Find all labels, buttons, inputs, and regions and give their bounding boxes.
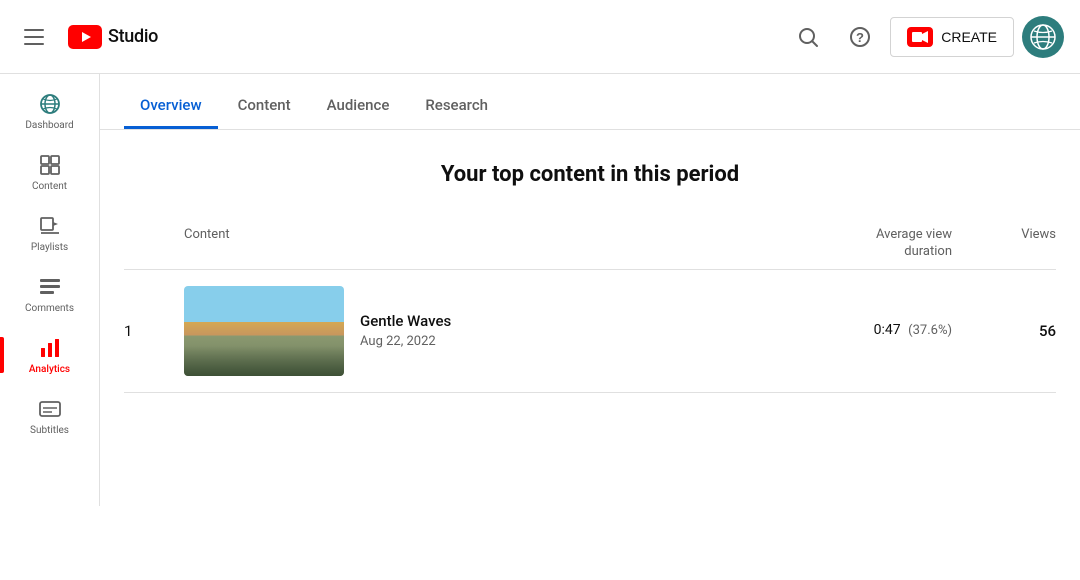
table-header: Content Average viewduration Views <box>124 219 1056 270</box>
globe-icon <box>36 90 64 118</box>
header-right: ? CREATE <box>786 15 1064 59</box>
sidebar-item-content[interactable]: Content <box>10 143 90 200</box>
content-icon <box>36 151 64 179</box>
section-title: Your top content in this period <box>124 162 1056 187</box>
svg-text:?: ? <box>856 30 864 45</box>
sidebar-item-dashboard[interactable]: Dashboard <box>10 82 90 139</box>
sidebar-item-playlists[interactable]: Playlists <box>10 204 90 261</box>
logo-link[interactable]: Studio <box>68 25 158 49</box>
tab-audience[interactable]: Audience <box>311 84 406 129</box>
analytics-content: Your top content in this period Content … <box>100 130 1080 417</box>
row-avg-view-cell: 0:47 (37.6%) <box>816 321 976 340</box>
sidebar-label-subtitles: Subtitles <box>30 425 69 436</box>
col-avg-view-header: Average viewduration <box>816 227 976 261</box>
col-views-header: Views <box>976 227 1056 261</box>
table-row: 1 Gentle Waves Aug 22, 2022 0:47 (37. <box>124 270 1056 393</box>
create-icon-box <box>907 27 933 47</box>
row-content-cell: Gentle Waves Aug 22, 2022 <box>184 286 816 376</box>
menu-button[interactable] <box>16 21 52 53</box>
search-button[interactable] <box>786 15 830 59</box>
video-thumbnail[interactable] <box>184 286 344 376</box>
tab-research[interactable]: Research <box>409 84 504 129</box>
top-header: Studio ? CREATE <box>0 0 1080 74</box>
col-rank-header <box>124 227 184 261</box>
thumbnail-overlay <box>184 346 344 376</box>
avg-view-duration: 0:47 <box>874 322 901 338</box>
camera-icon <box>912 31 928 43</box>
studio-label: Studio <box>108 26 158 47</box>
row-rank: 1 <box>124 321 184 340</box>
sidebar-item-comments[interactable]: Comments <box>10 265 90 322</box>
subtitles-icon <box>36 395 64 423</box>
sidebar-label-playlists: Playlists <box>31 242 68 253</box>
create-label: CREATE <box>941 29 997 45</box>
comments-icon <box>36 273 64 301</box>
sidebar-label-content: Content <box>32 181 67 192</box>
sidebar-item-subtitles[interactable]: Subtitles <box>10 387 90 444</box>
row-views-cell: 56 <box>976 322 1056 340</box>
sidebar-item-analytics[interactable]: Analytics <box>10 326 90 383</box>
create-button[interactable]: CREATE <box>890 17 1014 57</box>
main-layout: Dashboard Content <box>0 74 1080 506</box>
avg-view-pct: (37.6%) <box>908 323 952 338</box>
analytics-icon <box>36 334 64 362</box>
tab-content[interactable]: Content <box>222 84 307 129</box>
help-button[interactable]: ? <box>838 15 882 59</box>
sidebar: Dashboard Content <box>0 74 100 506</box>
sidebar-label-dashboard: Dashboard <box>25 120 73 131</box>
views-count: 56 <box>1039 322 1056 340</box>
globe-avatar-icon <box>1029 23 1057 51</box>
sidebar-label-analytics: Analytics <box>29 364 70 375</box>
playlist-icon <box>36 212 64 240</box>
rank-number: 1 <box>124 322 132 340</box>
help-icon: ? <box>849 26 871 48</box>
main-content: Overview Content Audience Research Your … <box>100 74 1080 506</box>
header-left: Studio <box>16 21 786 53</box>
sidebar-label-comments: Comments <box>25 303 74 314</box>
video-date: Aug 22, 2022 <box>360 334 451 349</box>
col-content-header: Content <box>184 227 816 261</box>
video-info: Gentle Waves Aug 22, 2022 <box>360 312 451 349</box>
analytics-tabs: Overview Content Audience Research <box>100 74 1080 130</box>
search-icon <box>797 26 819 48</box>
youtube-icon <box>68 25 102 49</box>
tab-overview[interactable]: Overview <box>124 84 218 129</box>
avatar[interactable] <box>1022 16 1064 58</box>
top-content-table: Content Average viewduration Views 1 Ge <box>124 219 1056 393</box>
video-title: Gentle Waves <box>360 312 451 330</box>
